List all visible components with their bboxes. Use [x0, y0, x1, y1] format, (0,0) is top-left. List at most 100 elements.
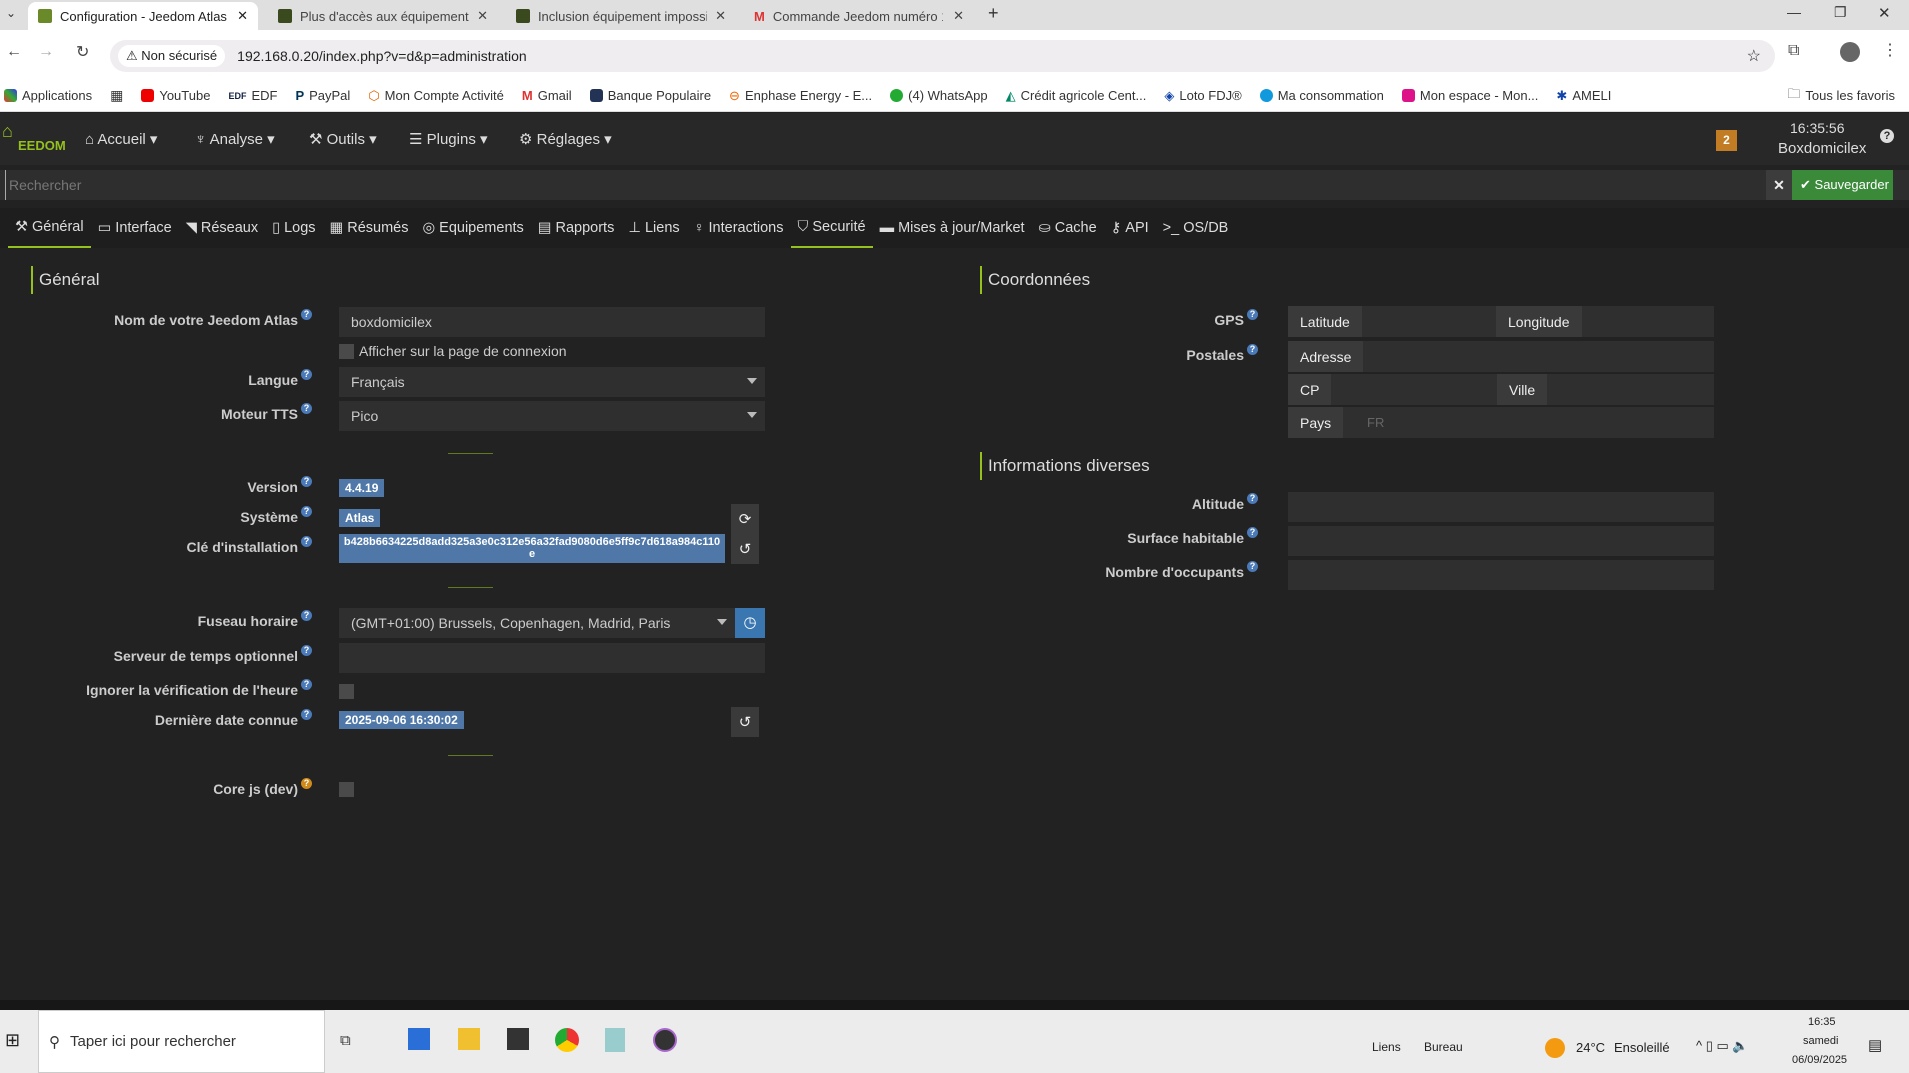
bookmark-ameli[interactable]: ✱ AMELI: [1556, 88, 1611, 104]
jeedom-logo[interactable]: ⌂ EEDOM: [2, 121, 66, 157]
menu-reglages[interactable]: ⚙ Réglages ▾: [519, 130, 612, 148]
tab-rapports[interactable]: ▤ Rapports: [531, 208, 622, 248]
help-icon[interactable]: ?: [301, 536, 312, 547]
surface-input[interactable]: [1288, 526, 1714, 556]
bookmark-banque-populaire[interactable]: Banque Populaire: [589, 88, 711, 103]
refresh-system-button[interactable]: ⟳: [731, 504, 759, 534]
taskbar-desktop[interactable]: Bureau: [1424, 1040, 1463, 1054]
altitude-input[interactable]: [1288, 492, 1714, 522]
notification-badge[interactable]: 2: [1716, 130, 1737, 151]
media-player-icon[interactable]: [653, 1028, 677, 1052]
chrome-icon[interactable]: [555, 1028, 579, 1052]
tab-securite[interactable]: ⛉ Securité: [790, 208, 873, 248]
tab-equipements[interactable]: ◎ Equipements: [416, 208, 531, 248]
taskbar-links[interactable]: Liens: [1372, 1040, 1401, 1054]
notifications-icon[interactable]: ▤: [1868, 1036, 1882, 1054]
reset-key-button[interactable]: ↺: [731, 534, 759, 564]
bookmark-whatsapp[interactable]: (4) WhatsApp: [890, 88, 988, 103]
close-tab-icon[interactable]: ✕: [237, 8, 248, 24]
windows-start-icon[interactable]: ⊞: [5, 1030, 20, 1051]
browser-tab[interactable]: Plus d'accès aux équipements a ✕: [268, 2, 498, 30]
close-window-button[interactable]: ✕: [1878, 4, 1891, 22]
help-icon[interactable]: ?: [301, 403, 312, 414]
bookmark-paypal[interactable]: P PayPal: [295, 88, 350, 103]
tab-search-chevron-icon[interactable]: ⌄: [6, 6, 16, 20]
bookmark-edf[interactable]: EDF EDF: [228, 88, 277, 103]
help-icon[interactable]: ?: [1247, 344, 1258, 355]
help-icon[interactable]: ?: [1247, 493, 1258, 504]
close-tab-icon[interactable]: ✕: [715, 8, 726, 24]
name-input[interactable]: boxdomicilex: [339, 307, 765, 337]
warning-help-icon[interactable]: ?: [301, 778, 312, 789]
search-input[interactable]: [5, 170, 1755, 200]
tray-icons[interactable]: ^ ▯ ▭ 🔈: [1696, 1038, 1749, 1054]
help-icon[interactable]: ?: [301, 506, 312, 517]
help-icon[interactable]: ?: [301, 645, 312, 656]
bookmark-applications[interactable]: Applications: [4, 88, 92, 103]
task-view-icon[interactable]: ⧉: [340, 1032, 351, 1049]
browser-tab-active[interactable]: Configuration - Jeedom Atlas ✕: [28, 2, 258, 30]
latitude-input[interactable]: [1364, 306, 1496, 337]
tab-general[interactable]: ⚒ Général: [8, 208, 91, 248]
save-button[interactable]: ✔ Sauvegarder: [1792, 170, 1893, 200]
menu-accueil[interactable]: ⌂ Accueil ▾: [85, 130, 157, 148]
new-tab-button[interactable]: +: [988, 3, 999, 24]
show-login-checkbox[interactable]: [339, 344, 354, 359]
close-tab-icon[interactable]: ✕: [477, 8, 488, 24]
bookmark-star-icon[interactable]: ☆: [1747, 46, 1761, 66]
forward-button[interactable]: →: [38, 43, 54, 61]
lang-select[interactable]: Français: [339, 367, 765, 397]
help-icon[interactable]: ?: [1247, 561, 1258, 572]
corejs-checkbox[interactable]: [339, 782, 354, 797]
weather-temp[interactable]: 24°C: [1576, 1040, 1605, 1055]
browser-tab[interactable]: Inclusion équipement impossib ✕: [506, 2, 736, 30]
clock-button[interactable]: ◷: [735, 608, 765, 638]
help-icon[interactable]: ?: [1247, 527, 1258, 538]
menu-outils[interactable]: ⚒ Outils ▾: [309, 130, 377, 148]
url-text[interactable]: 192.168.0.20/index.php?v=d&p=administrat…: [237, 48, 527, 64]
tab-reseaux[interactable]: ◥ Réseaux: [179, 208, 265, 248]
help-icon[interactable]: ?: [301, 679, 312, 690]
help-icon[interactable]: ?: [301, 709, 312, 720]
longitude-input[interactable]: [1583, 306, 1714, 337]
app-icon-5[interactable]: [605, 1028, 625, 1052]
close-tab-icon[interactable]: ✕: [953, 8, 964, 24]
bookmark-ma-consommation[interactable]: Ma consommation: [1259, 88, 1384, 103]
bookmark-gmail[interactable]: M Gmail: [522, 88, 572, 103]
browser-menu-icon[interactable]: ⋮: [1882, 40, 1898, 60]
sticky-notes-icon[interactable]: [507, 1028, 529, 1050]
bookmark-mon-compte[interactable]: ⬡ Mon Compte Activité: [368, 88, 504, 104]
tab-logs[interactable]: ▯ Logs: [265, 208, 322, 248]
app-icon-1[interactable]: [408, 1028, 430, 1050]
help-icon[interactable]: ?: [301, 610, 312, 621]
tab-osdb[interactable]: >_ OS/DB: [1156, 208, 1236, 248]
minimize-button[interactable]: —: [1787, 4, 1801, 20]
profile-avatar[interactable]: [1840, 42, 1860, 62]
ntp-input[interactable]: [339, 643, 765, 673]
tab-cache[interactable]: ⛀ Cache: [1032, 208, 1104, 248]
bookmark-youtube[interactable]: YouTube: [141, 88, 210, 103]
taskbar-search[interactable]: ⚲ Taper ici pour rechercher: [38, 1010, 325, 1073]
reload-button[interactable]: ↻: [76, 42, 89, 62]
restore-button[interactable]: ❐: [1834, 4, 1847, 21]
occupants-input[interactable]: [1288, 560, 1714, 590]
country-input[interactable]: FR: [1355, 407, 1714, 438]
weather-desc[interactable]: Ensoleillé: [1614, 1040, 1670, 1055]
tab-liens[interactable]: ⊥ Liens: [621, 208, 686, 248]
bookmark-loto[interactable]: ◈ Loto FDJ®: [1164, 88, 1241, 104]
help-icon[interactable]: ?: [301, 369, 312, 380]
ignore-time-checkbox[interactable]: [339, 684, 354, 699]
tab-interactions[interactable]: ♀ Interactions: [687, 208, 791, 248]
clear-search-button[interactable]: ✕: [1766, 170, 1792, 200]
bookmark-enphase[interactable]: ⊖ Enphase Energy - E...: [729, 88, 872, 104]
browser-tab[interactable]: M Commande Jeedom numéro 18 ✕: [744, 2, 974, 30]
tts-select[interactable]: Pico: [339, 401, 765, 431]
city-input[interactable]: [1548, 374, 1714, 405]
all-bookmarks[interactable]: 🗀 Tous les favoris: [1787, 85, 1895, 107]
help-icon[interactable]: ?: [301, 309, 312, 320]
help-icon[interactable]: ?: [301, 476, 312, 487]
address-input[interactable]: [1363, 341, 1714, 372]
extensions-icon[interactable]: ⧉: [1788, 42, 1799, 60]
reset-date-button[interactable]: ↺: [731, 707, 759, 737]
tab-mises-a-jour[interactable]: ▬ Mises à jour/Market: [873, 208, 1032, 248]
